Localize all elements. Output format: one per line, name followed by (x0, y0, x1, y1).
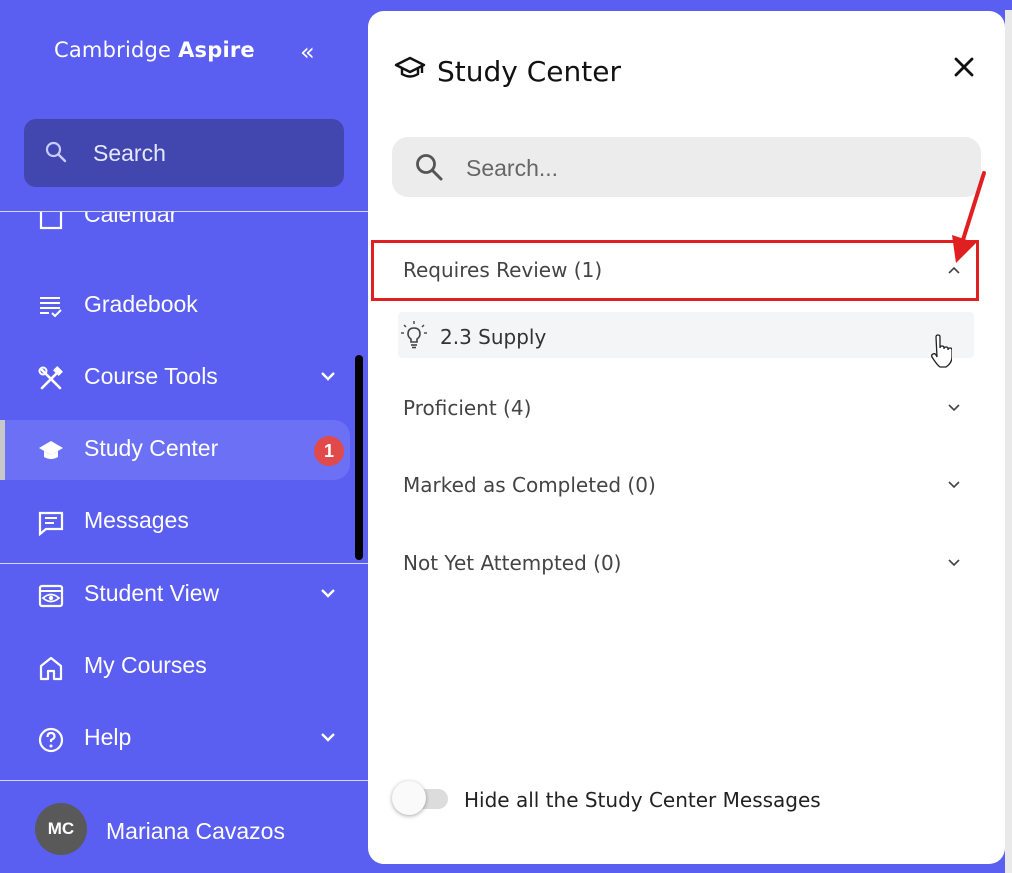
tools-icon (38, 366, 63, 390)
panel-title: Study Center (437, 55, 621, 88)
chevron-down-icon[interactable] (946, 400, 962, 416)
sidebar-item-messages[interactable]: Messages (0, 492, 360, 552)
eye-icon (38, 584, 64, 608)
section-label: Not Yet Attempted (0) (403, 551, 622, 575)
sidebar-item-label: Calendar (84, 212, 178, 227)
list-item-label: 2.3 Supply (440, 325, 547, 349)
message-icon (38, 511, 64, 536)
divider (0, 563, 368, 564)
notification-badge: 1 (314, 436, 344, 466)
annotation-highlight-box (371, 240, 979, 301)
brand-logo: Cambridge Aspire (54, 38, 255, 62)
study-center-panel: Study Center Requires Review (1) 2.3 Sup… (368, 11, 1005, 864)
sidebar-item-label: Help (84, 724, 132, 750)
user-profile[interactable]: MC Mariana Cavazos (0, 790, 368, 873)
section-label: Marked as Completed (0) (403, 473, 656, 497)
search-icon (45, 141, 67, 163)
sidebar-search[interactable]: Search (24, 119, 344, 187)
section-marked-completed[interactable]: Marked as Completed (0) (392, 457, 981, 511)
graduation-cap-icon (394, 56, 426, 78)
chevron-down-icon[interactable] (318, 366, 338, 386)
calendar-icon (39, 212, 63, 230)
lightbulb-icon (401, 321, 427, 349)
user-name: Mariana Cavazos (106, 818, 285, 844)
search-input[interactable] (464, 149, 968, 187)
toggle-knob (392, 781, 426, 815)
sidebar-search-label: Search (93, 140, 166, 166)
sidebar-item-gradebook[interactable]: Gradebook (0, 276, 360, 336)
avatar: MC (35, 803, 87, 855)
search-icon (416, 154, 443, 181)
hide-messages-toggle[interactable] (392, 781, 448, 815)
help-icon (38, 727, 64, 753)
annotation-arrow (952, 171, 986, 263)
divider (0, 780, 368, 781)
chevron-down-icon[interactable] (318, 727, 338, 747)
close-icon[interactable] (952, 55, 976, 79)
chevron-down-icon[interactable] (946, 555, 962, 571)
section-proficient[interactable]: Proficient (4) (392, 380, 981, 434)
sidebar-item-help[interactable]: Help (0, 709, 360, 769)
sidebar-item-course-tools[interactable]: Course Tools (0, 348, 360, 408)
list-item-supply[interactable]: 2.3 Supply (398, 312, 974, 358)
hand-cursor-icon (931, 334, 952, 368)
sidebar-item-label: Study Center (84, 435, 219, 461)
sidebar-item-my-courses[interactable]: My Courses (0, 637, 360, 697)
sidebar-item-student-view[interactable]: Student View (0, 565, 360, 625)
sidebar-item-label: My Courses (84, 652, 207, 678)
sidebar-item-label: Student View (84, 580, 220, 606)
panel-search[interactable] (392, 137, 981, 197)
toggle-label: Hide all the Study Center Messages (464, 788, 821, 812)
graduation-cap-icon (39, 441, 63, 459)
collapse-sidebar-button[interactable]: « (300, 40, 315, 64)
section-not-yet-attempted[interactable]: Not Yet Attempted (0) (392, 535, 981, 589)
gradebook-icon (40, 297, 62, 318)
section-label: Proficient (4) (403, 396, 532, 420)
background-content (1005, 10, 1012, 873)
sidebar-item-label: Messages (84, 507, 189, 533)
sidebar-scrollbar[interactable] (355, 355, 363, 560)
chevron-down-icon[interactable] (318, 583, 338, 603)
sidebar-item-study-center[interactable]: Study Center 1 (0, 420, 350, 480)
sidebar-item-label: Course Tools (84, 363, 218, 389)
chevron-down-icon[interactable] (946, 477, 962, 493)
home-icon (39, 656, 63, 681)
sidebar: Cambridge Aspire « Search Calendar Grade… (0, 0, 368, 873)
sidebar-item-label: Gradebook (84, 291, 198, 317)
nav-clip: Calendar (0, 212, 355, 244)
sidebar-item-calendar[interactable]: Calendar (0, 212, 355, 244)
